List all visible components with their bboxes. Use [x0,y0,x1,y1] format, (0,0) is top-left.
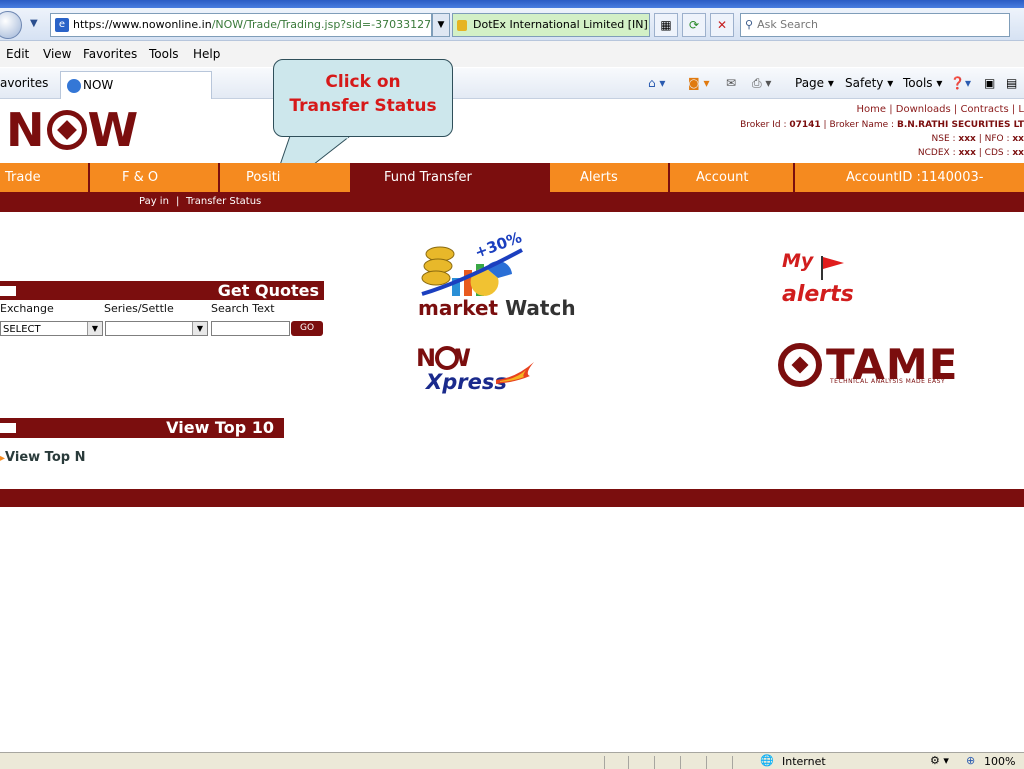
more-link[interactable]: L [1018,104,1024,115]
exchange-label: Exchange [0,302,54,315]
downloads-link[interactable]: Downloads [896,104,951,115]
menu-favorites[interactable]: Favorites [83,47,137,61]
tab-fno[interactable]: F & O [90,163,220,192]
globe-icon: 🌐 [760,754,774,767]
view-top10-title: View Top 10 [166,418,274,437]
address-input[interactable]: e https://www.nowonline.in/NOW/Trade/Trad… [50,13,432,37]
home-link[interactable]: Home [857,104,887,115]
search-text-input[interactable] [211,321,290,336]
segment-info-1: NSE : xxx | NFO : xx [931,134,1024,144]
contracts-link[interactable]: Contracts [960,104,1008,115]
menu-bar: Edit View Favorites Tools Help [0,41,1024,67]
search-text-label: Search Text [211,302,275,315]
security-report[interactable]: DotEx International Limited [IN] [452,13,650,37]
get-quotes-title: Get Quotes [217,281,319,300]
ie-icon [67,78,81,93]
status-bar: 🌐 Internet ⚙ ▾ ⊕ 100% [0,752,1024,769]
xpress-text[interactable]: Xpress [426,370,507,394]
home-icon[interactable]: ⌂ ▾ [648,76,665,90]
browser-tab[interactable]: NOW [60,71,212,99]
zone-label: Internet [782,755,826,768]
menu-help[interactable]: Help [193,47,220,61]
collapse-icon[interactable] [0,423,16,433]
chevron-down-icon: ▼ [192,322,207,335]
lock-icon [457,19,467,31]
tame-ring-icon [778,343,822,387]
tab-positions[interactable]: Positi [220,163,350,192]
main-nav: Trade F & O Positi Fund Transfer Alerts … [0,163,1024,214]
zoom-level[interactable]: 100% [984,755,1015,768]
top-links: Home | Downloads | Contracts | L [856,104,1024,115]
now-logo: NW [6,103,140,157]
mail-icon[interactable]: ✉ [726,76,736,90]
sub-nav-separator: | [176,196,180,207]
stop-icon[interactable]: ✕ [710,13,734,37]
sub-item-pay-in[interactable]: Pay in [139,192,169,212]
research-icon[interactable]: ▣ [984,76,995,90]
exchange-select[interactable]: SELECT ▼ [0,321,103,336]
segment-info-2: NCDEX : xxx | CDS : xx [917,148,1024,158]
tab-account[interactable]: Account [670,163,795,192]
toolbar-overflow-icon[interactable]: ▤ [1006,76,1017,90]
page-menu[interactable]: Page ▾ [795,76,834,90]
safety-menu[interactable]: Safety ▾ [845,76,893,90]
page-icon: e [55,18,69,32]
search-icon: ⚲ [745,18,754,31]
tools-menu[interactable]: Tools ▾ [903,76,942,90]
go-button[interactable]: GO [291,321,323,336]
tab-alerts[interactable]: Alerts [552,163,670,192]
menu-tools[interactable]: Tools [149,47,179,61]
chevron-down-icon: ▼ [87,322,102,335]
tab-trade[interactable]: Trade [0,163,90,192]
address-dropdown-button[interactable]: ▼ [432,13,450,37]
account-id: AccountID :1140003-07141 [846,170,984,214]
callout-box: Click on Transfer Status [273,59,453,137]
sub-nav: Pay in | Transfer Status [0,192,1024,212]
my-alerts-logo[interactable]: My [782,250,813,272]
search-input[interactable]: ⚲ Ask Search [740,13,1010,37]
tab-fund-transfer[interactable]: Fund Transfer [350,163,550,192]
flame-icon [496,362,534,384]
logo-ring-icon [46,110,87,150]
my-alerts-text[interactable]: alerts [782,282,854,307]
history-dropdown-icon[interactable]: ▼ [30,18,38,29]
zoom-icon[interactable]: ⊕ [966,754,975,767]
favorites-button[interactable]: avorites [0,76,48,90]
sub-item-transfer-status[interactable]: Transfer Status [186,192,261,212]
market-watch-text[interactable]: market Watch [418,296,576,320]
print-icon[interactable]: ⎙ ▾ [752,76,771,91]
flag-icon [821,256,844,280]
feeds-icon[interactable]: ◙ ▾ [688,76,709,90]
broker-info: Broker Id : 07141 | Broker Name : B.N.RA… [740,120,1024,130]
tame-logo[interactable]: TAME TECHNICAL ANALYSIS MADE EASY [778,343,958,387]
compatibility-icon[interactable]: ▦ [654,13,678,37]
tame-tagline: TECHNICAL ANALYSIS MADE EASY [830,378,946,385]
collapse-icon[interactable] [0,286,16,296]
footer-bar [0,489,1024,507]
callout-line-1: Click on [325,72,401,92]
view-top10-header: View Top 10 [0,418,284,438]
series-label: Series/Settle [104,302,174,315]
now-xpress-ring-icon [435,346,459,370]
callout-line-2: Transfer Status [289,96,437,116]
protected-mode-icon[interactable]: ⚙ ▾ [930,754,949,767]
get-quotes-header: Get Quotes [0,281,324,300]
window-title-bar [0,0,1024,8]
menu-edit[interactable]: Edit [6,47,29,61]
help-icon[interactable]: ❓▾ [950,76,971,90]
view-top-n-link[interactable]: ▸View Top N [0,450,85,465]
series-select[interactable]: ▼ [105,321,208,336]
refresh-icon[interactable]: ⟳ [682,13,706,37]
menu-view[interactable]: View [43,47,71,61]
